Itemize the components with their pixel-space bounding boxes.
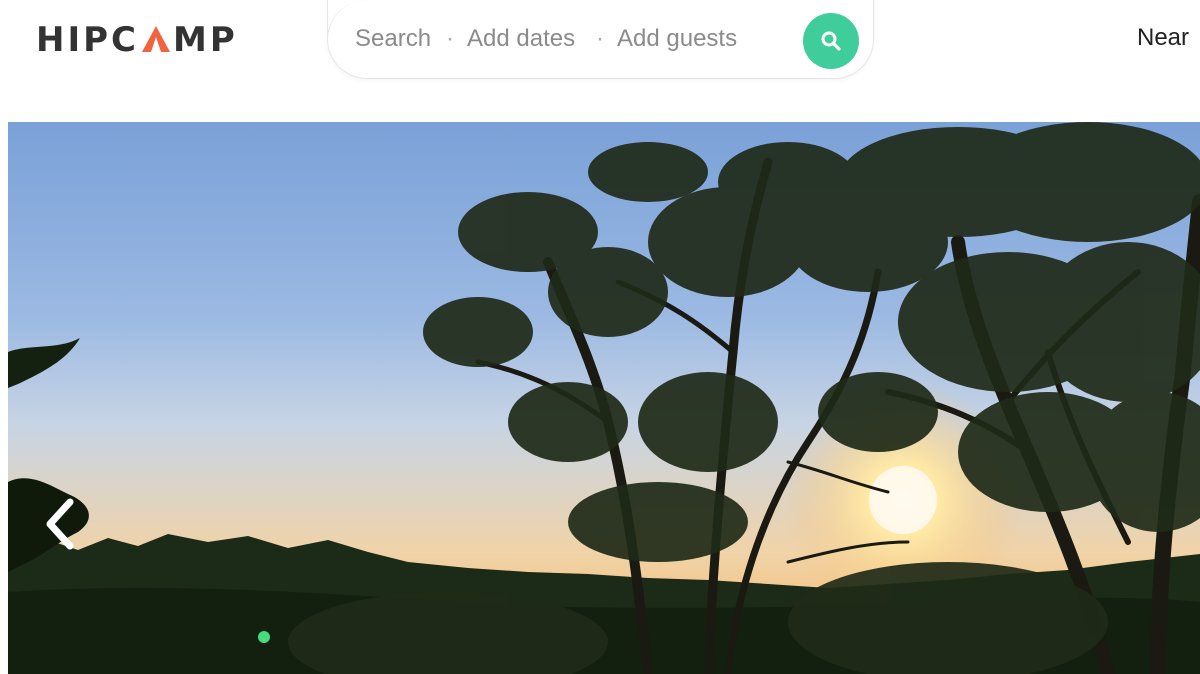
site-header: HIPC MP Search · Add dates · Add guests …: [0, 0, 1200, 122]
hero-photo-carousel[interactable]: [8, 122, 1200, 674]
search-separator: ·: [596, 25, 604, 52]
chevron-left-icon: [46, 498, 74, 550]
nav-near-link[interactable]: Near: [1137, 24, 1189, 52]
search-location-field[interactable]: Search: [355, 24, 431, 54]
search-bar[interactable]: Search · Add dates · Add guests: [327, 0, 874, 79]
hipcamp-logo[interactable]: HIPC MP: [36, 22, 238, 58]
search-separator: ·: [446, 25, 454, 52]
search-icon: [821, 31, 841, 51]
logo-text-right: MP: [172, 20, 238, 60]
carousel-prev-button[interactable]: [42, 496, 82, 552]
search-dates-field[interactable]: Add dates: [467, 24, 575, 54]
sunset-trees-photo: [8, 122, 1200, 674]
search-guests-field[interactable]: Add guests: [617, 24, 737, 54]
tent-peak-icon: [141, 25, 171, 53]
logo-text-left: HIPC: [36, 20, 139, 60]
search-button[interactable]: [803, 13, 859, 69]
